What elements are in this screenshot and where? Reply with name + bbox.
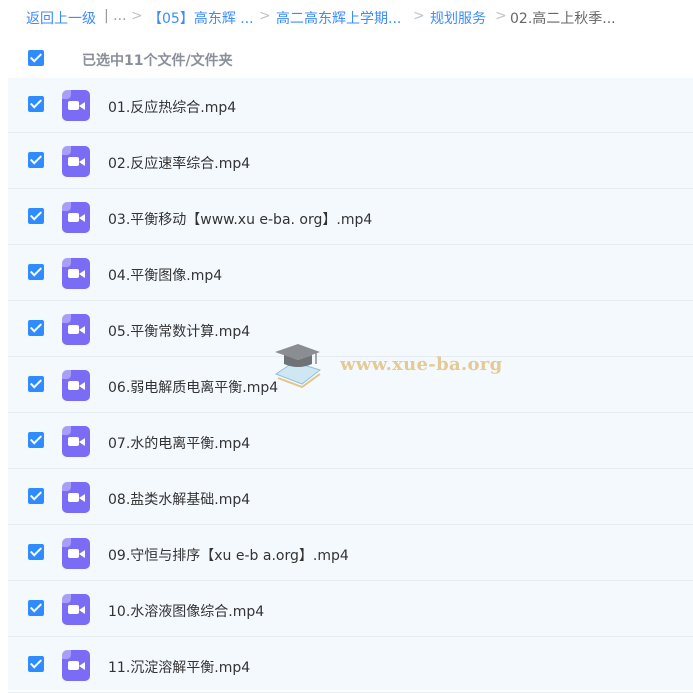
file-checkbox[interactable] [28, 656, 44, 672]
file-row[interactable]: 06.弱电解质电离平衡.mp4 [8, 358, 693, 413]
breadcrumb-item-05[interactable]: 【05】高东辉 ... [148, 8, 254, 28]
breadcrumb-current: 02.高二上秋季... [510, 11, 616, 27]
breadcrumb-separator: > [495, 8, 507, 24]
file-row[interactable]: 05.平衡常数计算.mp4 [8, 302, 693, 357]
video-file-icon [62, 258, 90, 289]
breadcrumb-separator: > [259, 8, 271, 24]
file-row[interactable]: 03.平衡移动【www.xu e-ba. org】.mp4 [8, 190, 693, 245]
video-file-icon [62, 314, 90, 345]
video-file-icon [62, 594, 90, 625]
file-checkbox[interactable] [28, 488, 44, 504]
file-row[interactable]: 09.守恒与排序【xu e-b a.org】.mp4 [8, 526, 693, 581]
video-file-icon [62, 538, 90, 569]
file-checkbox[interactable] [28, 152, 44, 168]
file-checkbox[interactable] [28, 320, 44, 336]
file-name[interactable]: 04.平衡图像.mp4 [108, 265, 222, 285]
file-row[interactable]: 07.水的电离平衡.mp4 [8, 414, 693, 469]
file-name[interactable]: 08.盐类水解基础.mp4 [108, 489, 250, 509]
file-name[interactable]: 02.反应速率综合.mp4 [108, 153, 250, 173]
file-checkbox[interactable] [28, 208, 44, 224]
file-checkbox[interactable] [28, 376, 44, 392]
back-link[interactable]: 返回上一级 [26, 8, 96, 28]
breadcrumb-item-semester[interactable]: 高二高东辉上学期... [276, 8, 401, 28]
selection-count-label: 已选中11个文件/文件夹 [82, 53, 233, 69]
file-name[interactable]: 05.平衡常数计算.mp4 [108, 321, 250, 341]
file-row[interactable]: 02.反应速率综合.mp4 [8, 134, 693, 189]
file-checkbox[interactable] [28, 544, 44, 560]
file-checkbox[interactable] [28, 96, 44, 112]
file-checkbox[interactable] [28, 264, 44, 280]
file-row[interactable]: 08.盐类水解基础.mp4 [8, 470, 693, 525]
file-name[interactable]: 07.水的电离平衡.mp4 [108, 433, 250, 453]
file-checkbox[interactable] [28, 600, 44, 616]
file-row[interactable]: 01.反应热综合.mp4 [8, 78, 693, 133]
video-file-icon [62, 146, 90, 177]
video-file-icon [62, 202, 90, 233]
breadcrumb-separator: > [131, 8, 143, 24]
file-name[interactable]: 01.反应热综合.mp4 [108, 97, 236, 117]
breadcrumb-separator: > [413, 8, 425, 24]
file-checkbox[interactable] [28, 432, 44, 448]
select-all-checkbox[interactable] [28, 50, 44, 66]
file-row[interactable]: 11.沉淀溶解平衡.mp4 [8, 638, 693, 693]
video-file-icon [62, 650, 90, 681]
breadcrumb-ellipsis[interactable]: | ... [104, 8, 127, 24]
video-file-icon [62, 370, 90, 401]
breadcrumb-item-planning[interactable]: 规划服务 [430, 8, 486, 28]
selection-bar: 已选中11个文件/文件夹 [8, 42, 693, 76]
file-name[interactable]: 10.水溶液图像综合.mp4 [108, 601, 264, 621]
breadcrumb: 返回上一级 | ... > 【05】高东辉 ... > 高二高东辉上学期... … [0, 0, 693, 34]
file-row[interactable]: 04.平衡图像.mp4 [8, 246, 693, 301]
video-file-icon [62, 482, 90, 513]
file-name[interactable]: 09.守恒与排序【xu e-b a.org】.mp4 [108, 545, 349, 565]
file-name[interactable]: 11.沉淀溶解平衡.mp4 [108, 657, 250, 677]
video-file-icon [62, 90, 90, 121]
file-name[interactable]: 03.平衡移动【www.xu e-ba. org】.mp4 [108, 209, 372, 229]
file-list: 01.反应热综合.mp4 02.反应速率综合.mp4 03.平衡移动【www.x… [8, 78, 693, 693]
video-file-icon [62, 426, 90, 457]
file-row[interactable]: 10.水溶液图像综合.mp4 [8, 582, 693, 637]
file-name[interactable]: 06.弱电解质电离平衡.mp4 [108, 377, 278, 397]
